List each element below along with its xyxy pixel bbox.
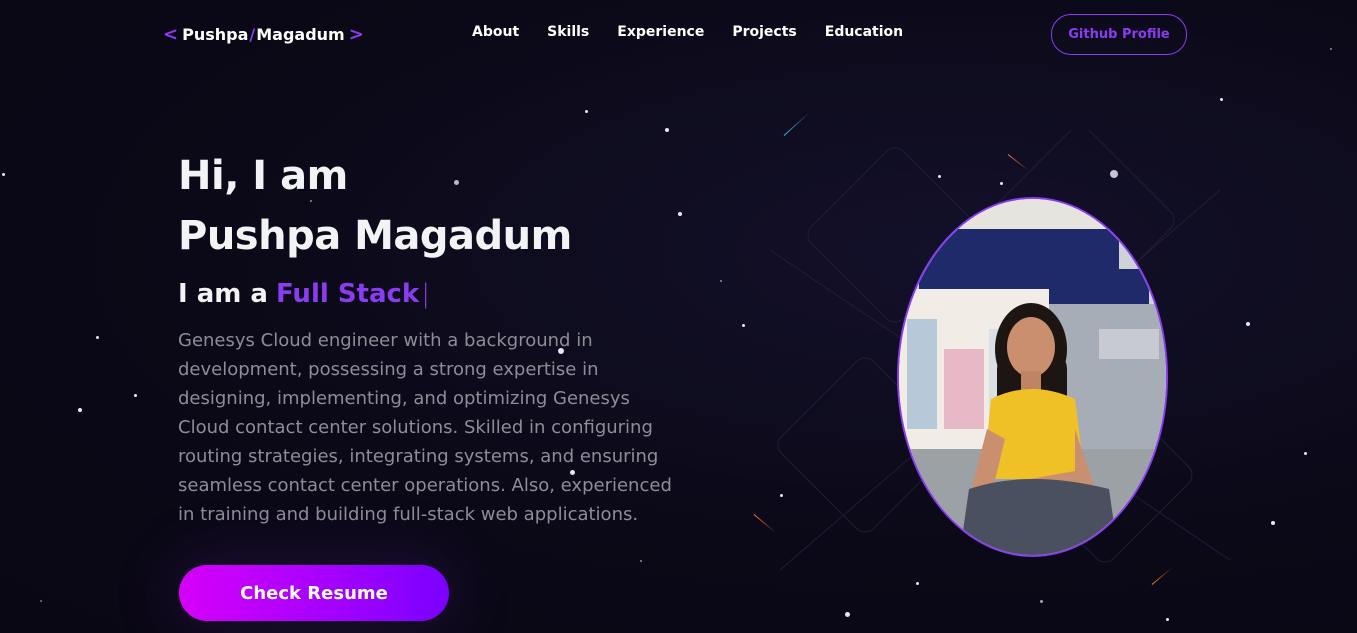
left-bracket-icon: < — [163, 23, 179, 45]
logo-first-name: Pushpa — [182, 24, 249, 44]
logo-last-name: Magadum — [256, 24, 345, 44]
logo-slash: / — [249, 24, 256, 44]
profile-photo-image — [899, 199, 1166, 555]
nav-link-skills[interactable]: Skills — [547, 24, 589, 40]
hero-heading: Hi, I am Pushpa Magadum — [178, 146, 572, 266]
hero-name: Pushpa Magadum — [178, 213, 572, 259]
nav-link-experience[interactable]: Experience — [617, 24, 704, 40]
right-bracket-icon: > — [348, 23, 364, 45]
github-profile-button[interactable]: Github Profile — [1051, 14, 1187, 55]
nav-link-education[interactable]: Education — [825, 24, 903, 40]
nav-link-about[interactable]: About — [472, 24, 519, 40]
role-typewriter: I am a Full Stack| — [178, 276, 430, 312]
site-logo[interactable]: < Pushpa / Magadum > — [163, 22, 364, 46]
profile-photo — [897, 197, 1168, 557]
nav-link-projects[interactable]: Projects — [732, 24, 796, 40]
hero-description: Genesys Cloud engineer with a background… — [178, 330, 672, 525]
top-navbar: < Pushpa / Magadum > About Skills Experi… — [0, 0, 1357, 68]
role-prefix: I am a — [178, 279, 268, 309]
typing-cursor: | — [421, 279, 430, 309]
hero-greeting: Hi, I am — [178, 153, 348, 199]
role-typed-text: Full Stack — [275, 279, 420, 309]
check-resume-button[interactable]: Check Resume — [179, 565, 449, 621]
nav-menu: About Skills Experience Projects Educati… — [472, 24, 931, 40]
portfolio-page: < Pushpa / Magadum > About Skills Experi… — [0, 0, 1357, 633]
